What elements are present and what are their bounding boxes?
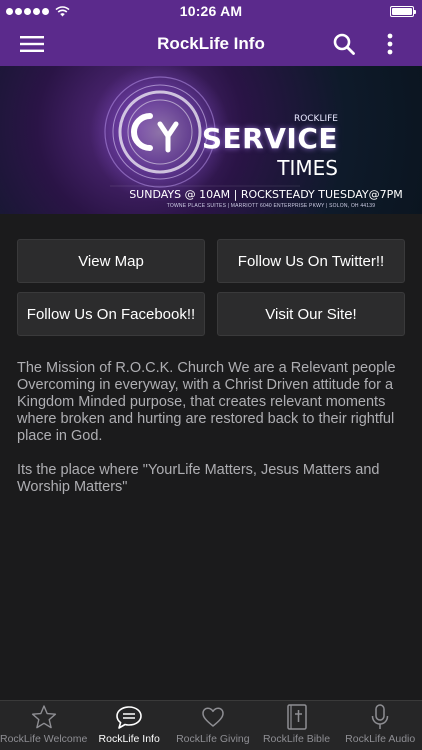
more-options-button[interactable]: [370, 22, 410, 66]
tab-label: RockLife Giving: [176, 733, 250, 745]
mission-paragraph: Its the place where "YourLife Matters, J…: [17, 462, 380, 495]
mission-text: The Mission of R.O.C.K. Church We are a …: [17, 360, 409, 513]
star-icon: [31, 705, 56, 729]
bible-icon: [286, 704, 307, 730]
follow-facebook-button[interactable]: Follow Us On Facebook!!: [17, 292, 205, 336]
wifi-icon: [55, 5, 70, 16]
banner-schedule: SUNDAYS @ 10AM | ROCKSTEADY TUESDAY@7PM: [129, 188, 403, 201]
tab-rocklife-info[interactable]: RockLife Info: [87, 701, 171, 750]
tab-rocklife-giving[interactable]: RockLife Giving: [171, 701, 255, 750]
tab-rocklife-welcome[interactable]: RockLife Welcome: [0, 701, 87, 750]
banner-address: TOWNE PLACE SUITES | MARRIOTT 6040 ENTER…: [166, 203, 376, 209]
tab-label: RockLife Info: [98, 733, 160, 745]
view-map-button[interactable]: View Map: [17, 239, 205, 283]
tab-rocklife-bible[interactable]: RockLife Bible: [255, 701, 339, 750]
follow-twitter-button[interactable]: Follow Us On Twitter!!: [217, 239, 405, 283]
battery-icon: [390, 6, 416, 17]
more-vertical-icon: [387, 33, 393, 55]
mission-paragraph: The Mission of R.O.C.K. Church We are a …: [17, 360, 396, 444]
banner-title-times: TIMES: [277, 156, 338, 180]
tab-label: RockLife Welcome: [0, 733, 88, 745]
status-time: 10:26 AM: [179, 3, 243, 19]
search-icon: [333, 33, 355, 55]
navigation-bar: RockLife Info: [0, 22, 422, 66]
tab-label: RockLife Bible: [262, 733, 331, 745]
signal-indicator: [6, 0, 70, 22]
status-bar: 10:26 AM: [0, 0, 422, 22]
visit-site-button[interactable]: Visit Our Site!: [217, 292, 405, 336]
tab-bar: RockLife Welcome RockLife Info RockLife …: [0, 700, 422, 750]
service-times-banner: ROCKLIFE SERVICE TIMES SUNDAYS @ 10AM | …: [0, 66, 422, 214]
banner-title-service: SERVICE: [201, 122, 338, 155]
microphone-icon: [371, 704, 389, 729]
heart-icon: [202, 707, 224, 727]
signal-dots-icon: [6, 7, 49, 15]
chat-bubble-icon: [116, 706, 142, 729]
tab-rocklife-audio[interactable]: RockLife Audio: [338, 701, 422, 750]
search-button[interactable]: [322, 22, 366, 66]
tab-label: RockLife Audio: [345, 733, 416, 745]
